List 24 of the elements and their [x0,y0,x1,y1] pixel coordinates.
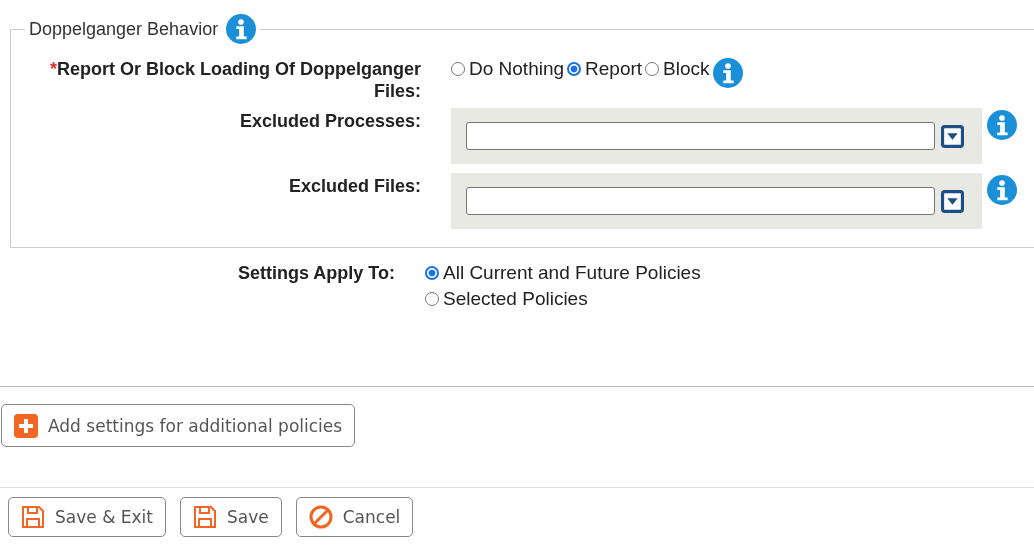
radio-option[interactable]: Selected Policies [425,288,701,310]
info-icon[interactable] [226,14,257,44]
cancel-button[interactable]: Cancel [295,497,414,537]
cancel-icon [308,505,333,529]
field-label: Excluded Files: [287,175,421,197]
input-field[interactable] [466,122,935,150]
radio-option[interactable]: Block [645,58,710,80]
radio-option[interactable]: All Current and Future Policies [425,262,701,284]
field-label: *Report Or Block Loading Of Doppelganger Files: [48,58,421,103]
field-label: Settings Apply To: [237,262,395,285]
input-field[interactable] [466,187,935,215]
info-icon[interactable] [987,110,1017,140]
info-icon[interactable] [712,58,743,88]
save-button[interactable]: Save & Exit [8,497,166,537]
info-icon[interactable] [987,175,1017,205]
dropdown-icon[interactable] [941,189,964,213]
section-title: Doppelganger Behavior [29,18,219,40]
radio-option[interactable]: Report [567,58,643,80]
add-settings-button[interactable]: Add settings for additional policies [1,404,356,447]
save-button[interactable]: Save [180,497,282,537]
radio-option[interactable]: Do Nothing [451,58,565,80]
field-label: Excluded Processes: [238,110,421,132]
plus-icon [14,413,38,438]
dropdown-icon[interactable] [941,124,964,148]
